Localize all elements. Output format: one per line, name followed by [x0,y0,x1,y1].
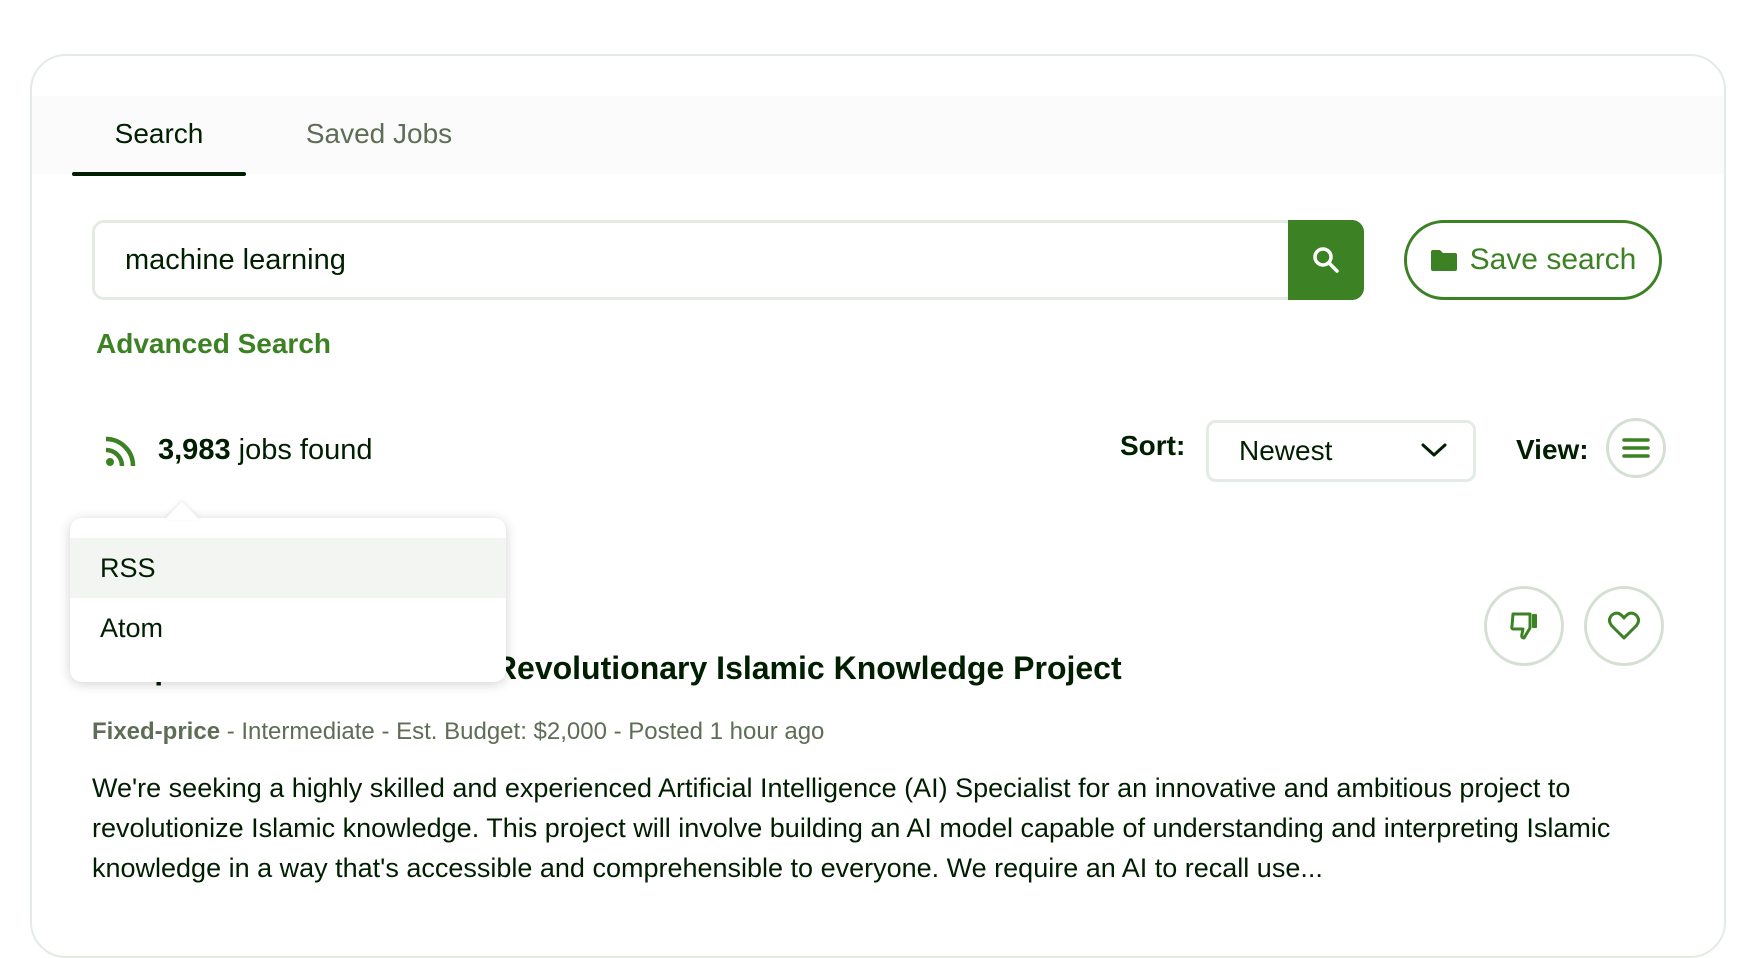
dislike-job-button[interactable] [1484,586,1564,666]
heart-icon [1608,611,1640,640]
menu-caret [164,502,200,520]
search-box [92,220,1364,300]
thumbs-down-icon [1510,612,1537,640]
tab-search[interactable]: Search [72,96,246,176]
sort-value: Newest [1239,435,1333,466]
job-meta: Fixed-price - Intermediate - Est. Budget… [92,718,824,746]
save-job-button[interactable] [1584,586,1664,666]
advanced-search-link[interactable]: Advanced Search [96,328,331,360]
job-meta-details: - Intermediate - Est. Budget: $2,000 - P… [220,718,825,745]
sort-select[interactable]: Newest [1206,420,1476,482]
sort-label: Sort: [1120,430,1186,461]
jobs-found-count: 3,983 jobs found [158,434,372,467]
tab-saved-jobs[interactable]: Saved Jobs [284,96,474,172]
save-search-label: Save search [1469,243,1637,276]
list-view-button[interactable] [1606,418,1666,478]
menu-item-rss[interactable]: RSS [70,538,506,598]
list-view-icon [1622,438,1650,458]
folder-icon [1430,250,1457,271]
view-label: View: [1516,434,1589,465]
menu-item-atom[interactable]: Atom [70,598,506,658]
job-search-card: Search Saved Jobs Save search Advanced S… [30,54,1726,958]
job-type: Fixed-price [92,718,221,745]
save-search-button[interactable]: Save search [1404,220,1662,300]
feed-format-menu: RSS Atom [70,502,506,682]
rss-icon[interactable] [104,434,138,468]
search-icon [1313,247,1339,273]
jobs-count-suffix: jobs found [230,434,373,466]
chevron-down-icon [1421,443,1447,457]
job-description: We're seeking a highly skilled and exper… [92,773,1611,883]
search-input[interactable] [95,223,1285,297]
search-button[interactable] [1288,220,1364,300]
jobs-count: 3,983 [158,434,231,466]
